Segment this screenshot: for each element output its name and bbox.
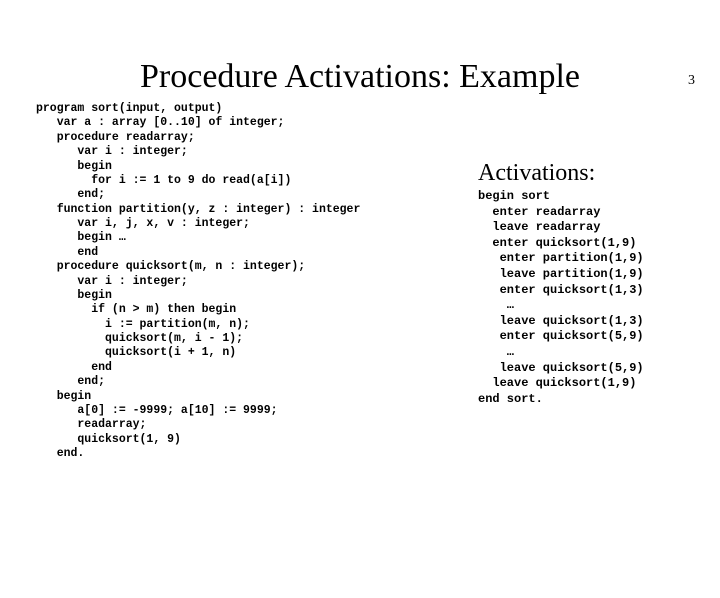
page-number: 3: [688, 73, 695, 89]
page-title: Procedure Activations: Example: [0, 58, 720, 96]
content-area: program sort(input, output) var a : arra…: [0, 102, 720, 461]
activations-trace: begin sort enter readarray leave readarr…: [478, 189, 708, 407]
activations-column: Activations: begin sort enter readarray …: [478, 160, 708, 407]
activations-heading: Activations:: [478, 160, 708, 187]
